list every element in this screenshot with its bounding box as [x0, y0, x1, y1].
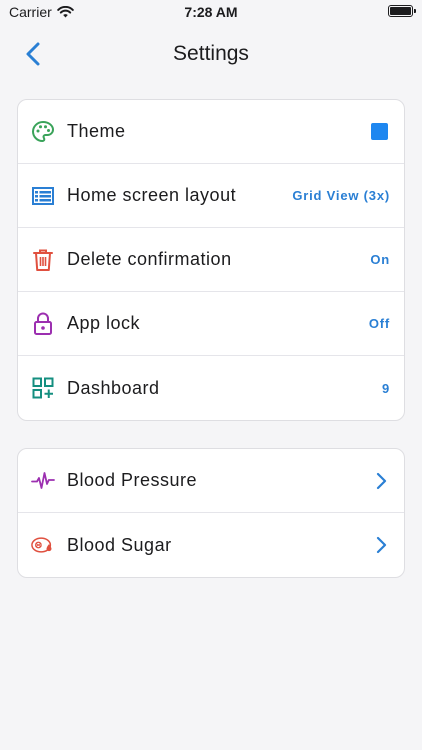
setting-value-delete-confirmation: On — [370, 252, 390, 267]
setting-label-app-lock: App lock — [67, 313, 141, 333]
page-title: Settings — [173, 42, 249, 65]
setting-value-dashboard: 9 — [381, 380, 390, 396]
settings-card: Theme Home screen layout Grid View (3x) — [17, 99, 405, 421]
health-row-blood-pressure[interactable]: Blood Pressure — [18, 449, 404, 513]
health-label-blood-sugar: Blood Sugar — [67, 534, 172, 555]
setting-label-home-screen-layout: Home screen layout — [67, 185, 237, 205]
navigation-bar: Settings — [0, 30, 422, 78]
setting-value-app-lock: Off — [368, 316, 390, 331]
setting-value-home-screen-layout: Grid View (3x) — [292, 188, 390, 203]
chevron-right-icon — [376, 536, 387, 554]
dashboard-add-icon — [31, 376, 55, 400]
health-row-blood-sugar[interactable]: Blood Sugar — [18, 513, 404, 577]
status-bar: Carrier 7:28 AM — [0, 0, 422, 24]
blood-sugar-icon — [31, 533, 55, 557]
heartbeat-icon — [31, 469, 55, 493]
theme-color-swatch[interactable] — [371, 123, 388, 140]
setting-label-theme: Theme — [67, 121, 126, 141]
setting-row-app-lock[interactable]: App lock Off — [18, 292, 404, 356]
setting-row-home-screen-layout[interactable]: Home screen layout Grid View (3x) — [18, 164, 404, 228]
setting-row-delete-confirmation[interactable]: Delete confirmation On — [18, 228, 404, 292]
lock-icon — [31, 312, 55, 336]
battery-icon — [388, 5, 416, 17]
chevron-right-icon — [376, 472, 387, 489]
list-layout-icon — [31, 184, 55, 208]
setting-label-delete-confirmation: Delete confirmation — [67, 249, 232, 269]
setting-label-dashboard: Dashboard — [67, 377, 160, 398]
health-label-blood-pressure: Blood Pressure — [67, 470, 198, 490]
health-card: Blood Pressure Blood Sugar — [17, 448, 405, 578]
setting-row-dashboard[interactable]: Dashboard 9 — [18, 356, 404, 420]
setting-row-theme[interactable]: Theme — [18, 100, 404, 164]
status-time: 7:28 AM — [184, 4, 238, 20]
trash-icon — [31, 248, 55, 272]
palette-icon — [31, 120, 55, 144]
